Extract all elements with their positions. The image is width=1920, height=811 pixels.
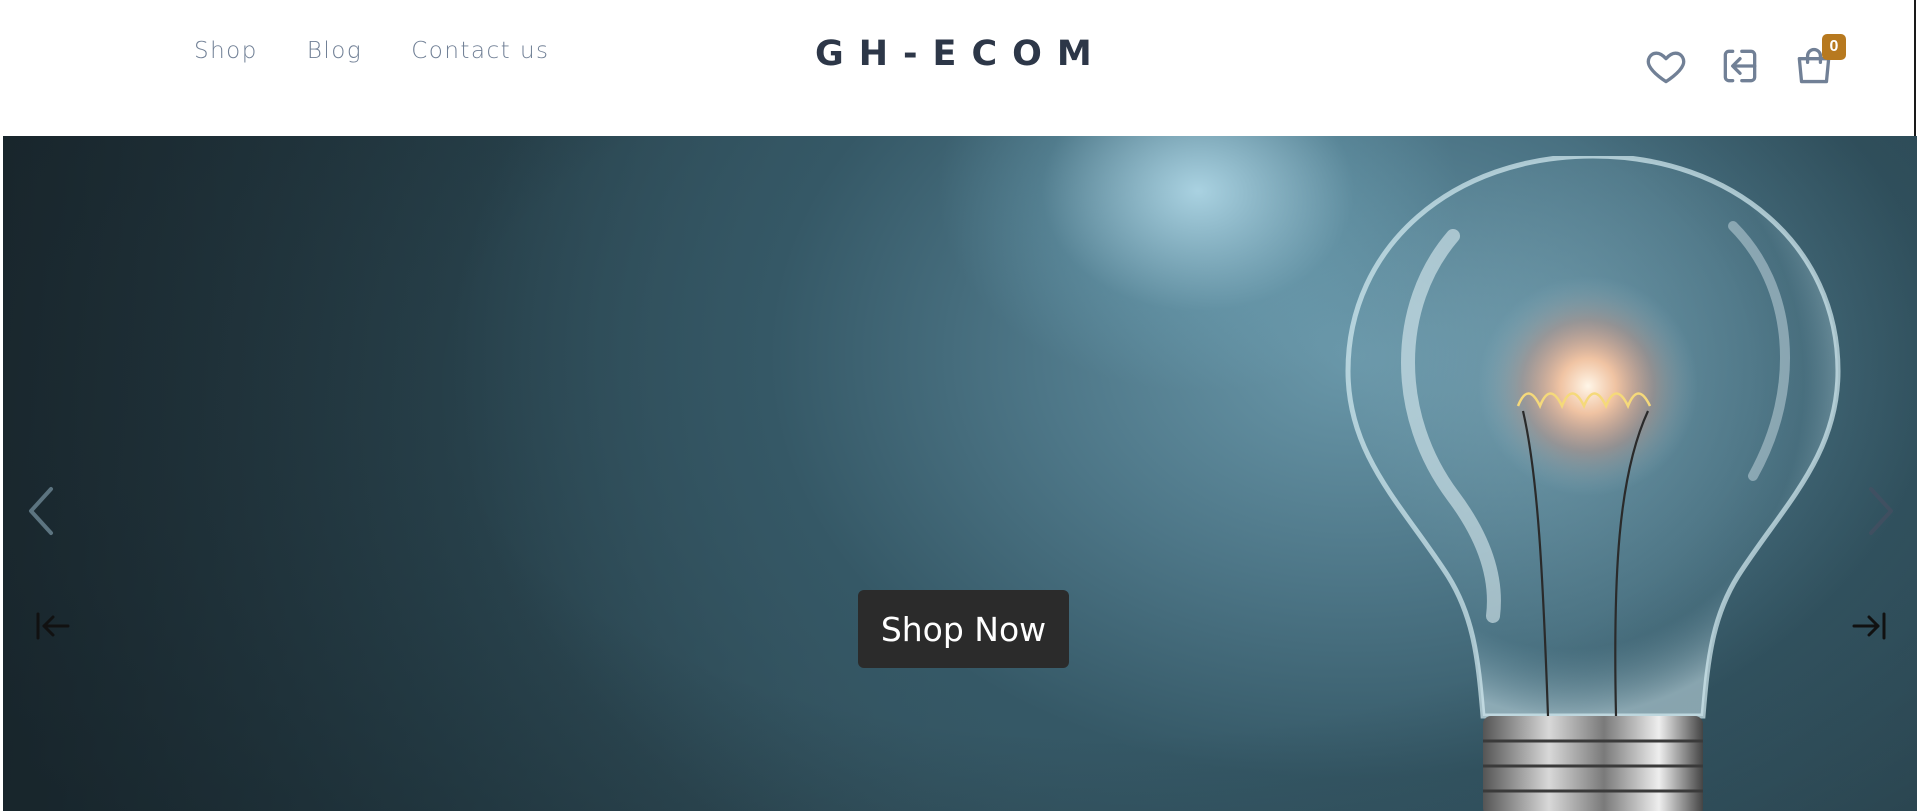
- heart-icon: [1646, 51, 1686, 84]
- cart-count-badge: 0: [1822, 34, 1846, 60]
- hero-carousel: Shop Now: [3, 136, 1917, 811]
- light-bulb-image: [1345, 156, 1841, 811]
- chevron-right-icon: [1869, 487, 1893, 535]
- carousel-prev-button[interactable]: [21, 481, 61, 541]
- site-logo[interactable]: GH-ECOM: [815, 34, 1107, 74]
- wishlist-button[interactable]: [1644, 44, 1688, 88]
- main-nav: Shop Blog Contact us: [194, 38, 550, 64]
- arrow-to-start-icon: [36, 612, 70, 640]
- nav-link-shop[interactable]: Shop: [194, 38, 258, 64]
- carousel-next-button[interactable]: [1861, 481, 1901, 541]
- nav-link-contact[interactable]: Contact us: [411, 38, 549, 64]
- login-button[interactable]: [1718, 44, 1762, 88]
- cart-button[interactable]: 0: [1792, 34, 1846, 88]
- header-actions: 0: [1644, 34, 1846, 88]
- arrow-to-end-icon: [1852, 612, 1886, 640]
- shop-now-button[interactable]: Shop Now: [858, 590, 1069, 668]
- nav-link-blog[interactable]: Blog: [307, 38, 362, 64]
- chevron-left-icon: [29, 487, 53, 535]
- site-header: Shop Blog Contact us GH-ECOM 0: [0, 0, 1920, 136]
- carousel-first-button[interactable]: [33, 608, 73, 644]
- page: Shop Blog Contact us GH-ECOM 0 Shop Now: [0, 0, 1920, 811]
- sign-in-icon: [1723, 49, 1757, 83]
- carousel-last-button[interactable]: [1849, 608, 1889, 644]
